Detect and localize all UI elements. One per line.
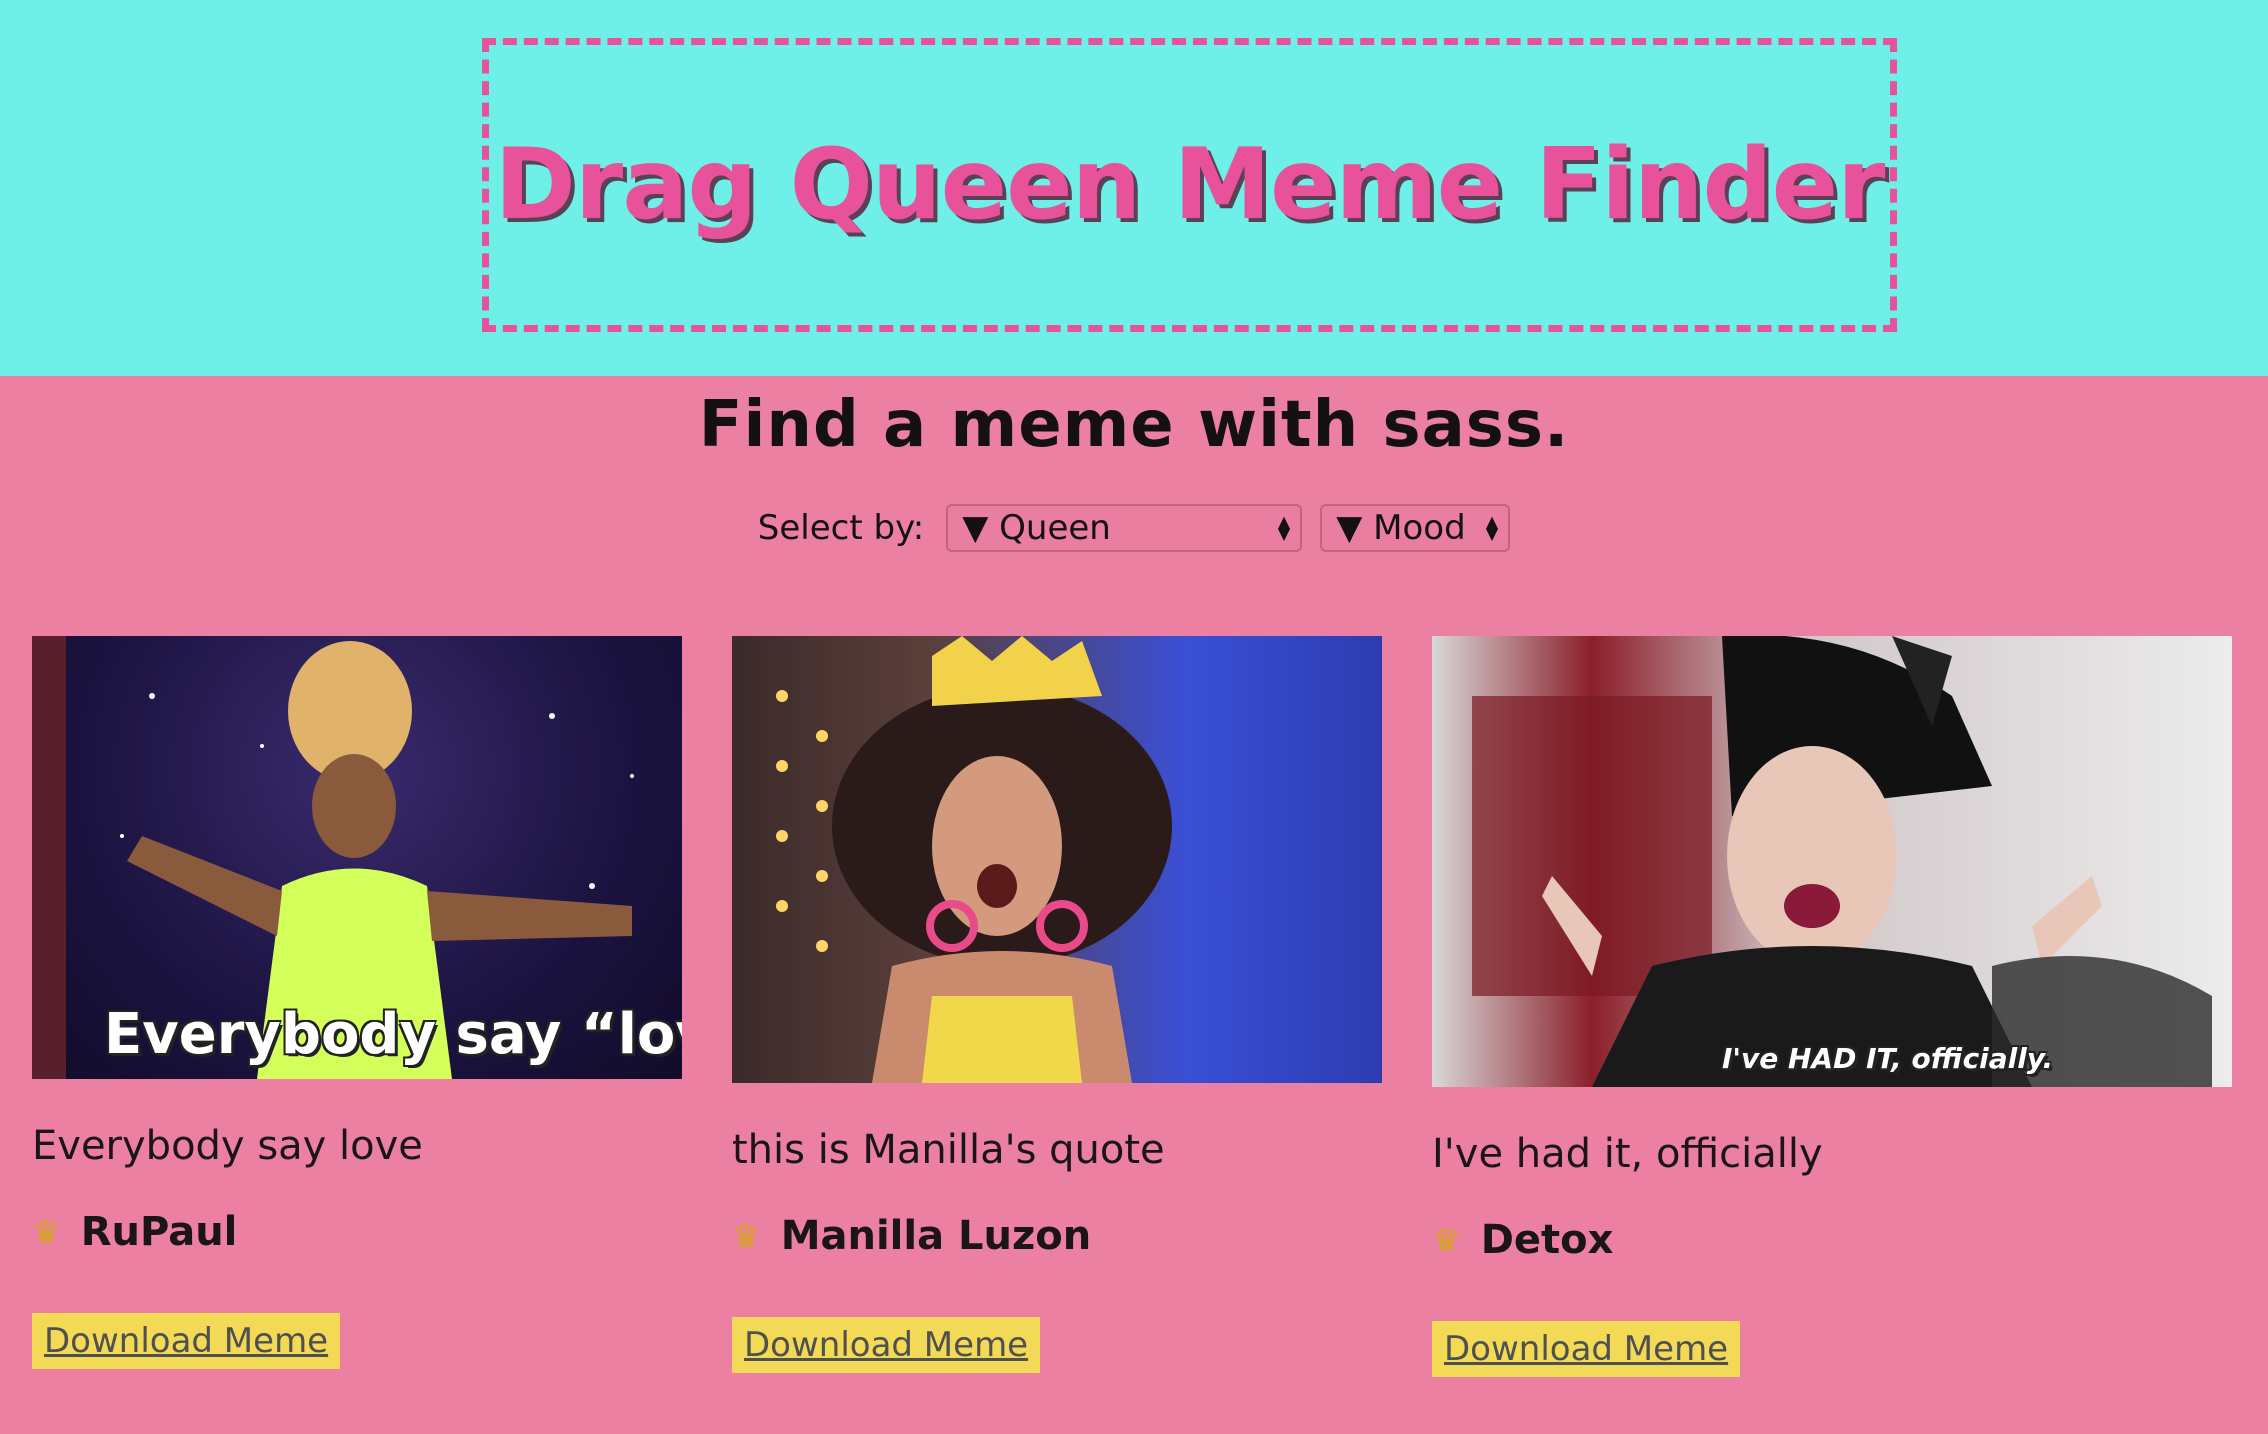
queen-select-value: ▼ Queen (962, 508, 1111, 548)
meme-caption: Everybody say love (32, 1123, 423, 1169)
select-arrows-icon: ▲ ▼ (1485, 512, 1499, 543)
meme-overlay-text: I've HAD IT, officially. (1722, 1042, 2054, 1075)
meme-image: I've HAD IT, officially. (1432, 636, 2232, 1087)
meme-illustration (776, 636, 1172, 1083)
meme-overlay-text: Everybody say “lov (104, 1002, 682, 1067)
subtitle: Find a meme with sass. (698, 388, 1570, 462)
header: Drag Queen Meme Finder (0, 0, 2268, 376)
select-arrows-icon: ▲ ▼ (1277, 512, 1291, 543)
queen-row: ♛ Detox (1432, 1217, 2232, 1263)
download-button[interactable]: Download Meme (1432, 1321, 1741, 1377)
download-button[interactable]: Download Meme (732, 1317, 1041, 1373)
meme-card: Everybody say “lov Everybody say love ♛ … (32, 636, 682, 1369)
crown-icon: ♛ (732, 1217, 761, 1255)
meme-caption: this is Manilla's quote (732, 1127, 1165, 1173)
meme-image: Everybody say “lov (32, 636, 682, 1079)
filter-row: Select by: ▼ Queen ▲ ▼ ▼ Mood ▲ ▼ (0, 504, 2268, 552)
title-box: Drag Queen Meme Finder (482, 38, 1897, 332)
meme-card: this is Manilla's quote ♛ Manilla Luzon … (732, 636, 1382, 1373)
page-title: Drag Queen Meme Finder (494, 128, 1886, 242)
meme-caption: I've had it, officially (1432, 1131, 1823, 1177)
mood-select[interactable]: ▼ Mood ▲ ▼ (1320, 504, 1511, 552)
queen-row: ♛ Manilla Luzon (732, 1213, 1382, 1259)
meme-image (732, 636, 1382, 1083)
queen-select[interactable]: ▼ Queen ▲ ▼ (946, 504, 1303, 552)
select-label: Select by: (757, 508, 925, 548)
queen-name: Detox (1480, 1217, 1614, 1263)
crown-icon: ♛ (32, 1213, 61, 1251)
queen-name: Manilla Luzon (780, 1213, 1092, 1259)
meme-illustration (1472, 636, 2212, 1087)
meme-card: I've HAD IT, officially. I've had it, of… (1432, 636, 2232, 1377)
crown-icon: ♛ (1432, 1221, 1461, 1259)
mood-select-value: ▼ Mood (1336, 508, 1466, 548)
download-button[interactable]: Download Meme (32, 1313, 341, 1369)
queen-row: ♛ RuPaul (32, 1209, 682, 1255)
queen-name: RuPaul (80, 1209, 238, 1255)
